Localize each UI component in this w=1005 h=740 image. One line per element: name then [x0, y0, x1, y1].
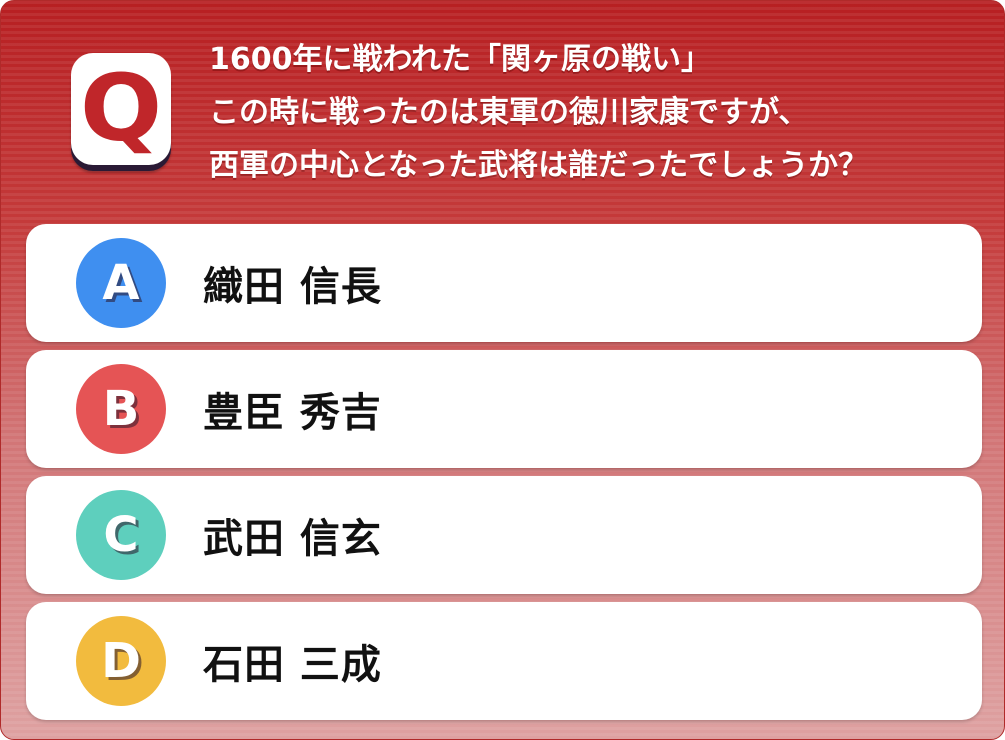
quiz-card: Q 1600年に戦われた「関ヶ原の戦い」 この時に戦ったのは東軍の徳川家康ですが… [0, 0, 1005, 740]
answer-badge-a: A [76, 238, 166, 328]
question-line-1: 1600年に戦われた「関ヶ原の戦い」 [209, 42, 711, 77]
question-line-3: 西軍の中心となった武将は誰だったでしょうか？ [209, 148, 869, 183]
answer-badge-b: B [76, 364, 166, 454]
answer-list: A 織田 信長 B 豊臣 秀吉 C 武田 信玄 D 石田 三成 [26, 224, 982, 728]
question-badge-letter: Q [79, 55, 163, 162]
question-line-2: この時に戦ったのは東軍の徳川家康ですが、 [209, 95, 809, 130]
answer-letter-d: D [101, 633, 141, 689]
answer-letter-a: A [102, 255, 140, 311]
answer-option-d[interactable]: D 石田 三成 [26, 602, 982, 720]
answer-letter-b: B [102, 381, 140, 437]
answer-badge-d: D [76, 616, 166, 706]
question-text: 1600年に戦われた「関ヶ原の戦い」 この時に戦ったのは東軍の徳川家康ですが、 … [209, 33, 999, 192]
answer-text-a: 織田 信長 [203, 264, 382, 310]
answer-option-b[interactable]: B 豊臣 秀吉 [26, 350, 982, 468]
answer-option-a[interactable]: A 織田 信長 [26, 224, 982, 342]
answer-text-d: 石田 三成 [203, 642, 382, 688]
answer-text-c: 武田 信玄 [203, 516, 382, 562]
answer-text-b: 豊臣 秀吉 [203, 390, 382, 436]
answer-badge-c: C [76, 490, 166, 580]
answer-letter-c: C [103, 507, 139, 563]
question-badge: Q [71, 53, 171, 165]
answer-option-c[interactable]: C 武田 信玄 [26, 476, 982, 594]
